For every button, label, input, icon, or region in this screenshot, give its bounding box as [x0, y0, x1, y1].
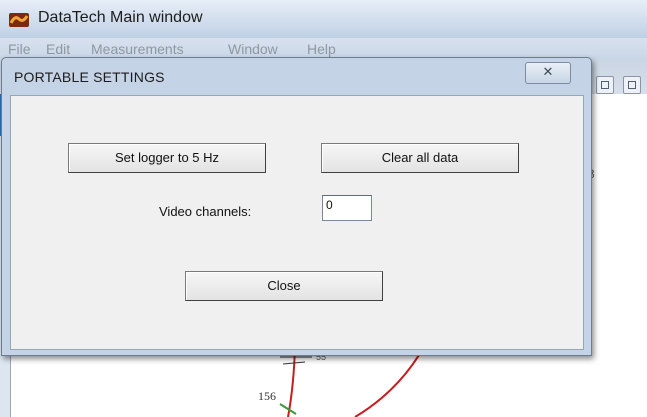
- set-logger-button[interactable]: Set logger to 5 Hz: [68, 143, 266, 173]
- video-channels-label: Video channels:: [159, 204, 252, 219]
- clear-all-data-button[interactable]: Clear all data: [321, 143, 519, 173]
- video-channels-input[interactable]: 0: [322, 195, 372, 221]
- dialog-close-button[interactable]: ✕: [525, 62, 571, 84]
- dialog-title: PORTABLE SETTINGS: [14, 69, 165, 85]
- close-button[interactable]: Close: [185, 271, 383, 301]
- close-icon: ✕: [542, 64, 554, 79]
- dialog-body: Set logger to 5 Hz Clear all data Video …: [10, 95, 584, 350]
- drawing-label-156: 156: [258, 389, 276, 403]
- portable-settings-dialog: PORTABLE SETTINGS ✕ Set logger to 5 Hz C…: [1, 57, 592, 356]
